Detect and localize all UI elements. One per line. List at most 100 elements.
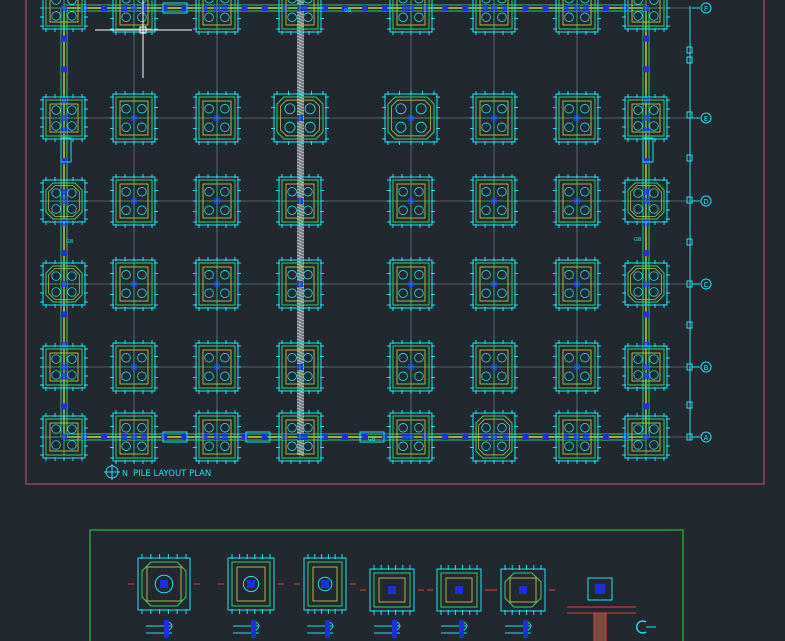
detail-pile-cap (218, 554, 284, 638)
pile-cap (276, 410, 324, 464)
beam-marker (542, 5, 549, 11)
pile-cap (470, 174, 518, 228)
beam-marker (241, 5, 248, 11)
grid-bubble-label: B (704, 364, 709, 372)
pile-cap (40, 413, 88, 461)
pile-cap (40, 94, 88, 142)
beam-marker (643, 158, 649, 165)
detail-pile-cap (427, 565, 491, 638)
pile-cap (553, 257, 601, 311)
beam-marker (161, 434, 168, 440)
pile-cap (193, 257, 241, 311)
pile-cap (110, 340, 158, 394)
beam-marker (101, 434, 108, 440)
pile-cap (622, 413, 670, 461)
beam-marker (462, 5, 469, 11)
pile-cap (622, 177, 670, 225)
beam-marker (101, 5, 108, 11)
pile-cap (387, 174, 435, 228)
beam-marker (442, 5, 449, 11)
beam-marker (61, 35, 67, 42)
grid-bubble: F (692, 2, 712, 14)
beam-tag-label: GB (368, 437, 376, 443)
pile-cap (40, 177, 88, 225)
pile-cap (470, 91, 518, 145)
beam-marker (602, 434, 609, 440)
detail-pile-cap (491, 565, 555, 638)
grid-bubble: A (692, 431, 712, 443)
beam-marker (61, 66, 67, 73)
pile-cap (470, 257, 518, 311)
detail-pile-cap (128, 554, 200, 638)
grid-bubble: E (692, 112, 712, 124)
beam-marker (61, 158, 67, 165)
pile-cap (553, 91, 601, 145)
pile-layout-plan: GB GB GB GB F E D C B A (25, 0, 765, 485)
beam-tag-label: GB (66, 239, 74, 245)
beam-marker (362, 5, 369, 11)
beam-marker (643, 35, 649, 42)
beam-marker (341, 434, 348, 440)
pile-cap (470, 410, 518, 464)
beam-marker (261, 5, 268, 11)
beam-marker (542, 434, 549, 440)
pile-cap (553, 340, 601, 394)
pile-cap (276, 340, 324, 394)
grid-bubble: D (692, 195, 712, 207)
sheet-border (25, 0, 765, 485)
pile-cap (193, 410, 241, 464)
pile-cap (622, 94, 670, 142)
beam-marker (643, 250, 649, 257)
pile-cap (110, 410, 158, 464)
north-label: N (122, 469, 128, 478)
pile-cap (387, 340, 435, 394)
pile-cap (276, 257, 324, 311)
pile-cap (553, 174, 601, 228)
beam-marker (643, 311, 649, 318)
beam-marker (161, 5, 168, 11)
grid-bubble-label: C (704, 281, 709, 289)
pile-cap (276, 174, 324, 228)
detail-pile-cap (294, 554, 356, 638)
beam-marker (241, 434, 248, 440)
pile-cap (40, 343, 88, 391)
pile-cap (470, 340, 518, 394)
beam-marker (61, 311, 67, 318)
pile-cap (193, 340, 241, 394)
pile-cap (193, 91, 241, 145)
beam-marker (462, 434, 469, 440)
pile-cap (271, 91, 329, 145)
beam-marker (261, 434, 268, 440)
detail-pile-cap (360, 565, 424, 638)
cad-drawing-canvas[interactable]: GB GB GB GB F E D C B A N PILE LAYOUT PLAN (0, 0, 785, 641)
pile-cap (40, 260, 88, 308)
grid-bubble: C (692, 278, 712, 290)
pile-cap (553, 410, 601, 464)
beam-marker (522, 5, 529, 11)
plan-title-block: N PILE LAYOUT PLAN (104, 464, 211, 480)
pile-cap-details (89, 529, 684, 641)
pile-cap (110, 174, 158, 228)
grid-bubble-label: E (704, 115, 708, 123)
beam-marker (61, 403, 67, 410)
grid-bubble-label: F (704, 5, 708, 13)
pile-cap (387, 410, 435, 464)
grid-bubble-label: A (704, 434, 709, 442)
pile-cap (622, 343, 670, 391)
pile-cap (110, 257, 158, 311)
beam-marker (61, 250, 67, 257)
beam-marker (442, 434, 449, 440)
beam-marker (522, 434, 529, 440)
pile-cap (193, 174, 241, 228)
pile-cap (622, 260, 670, 308)
grid-bubble: B (692, 361, 712, 373)
beam-tag-label: GB (344, 8, 352, 14)
beam-tag-label: GB (634, 237, 642, 243)
pile-cap (387, 257, 435, 311)
beam-marker (643, 403, 649, 410)
beam-marker (643, 66, 649, 73)
pile-section-elevation (567, 577, 656, 641)
north-arrow-icon (104, 464, 120, 480)
plan-title: PILE LAYOUT PLAN (133, 469, 211, 479)
pile-cap (382, 91, 440, 145)
